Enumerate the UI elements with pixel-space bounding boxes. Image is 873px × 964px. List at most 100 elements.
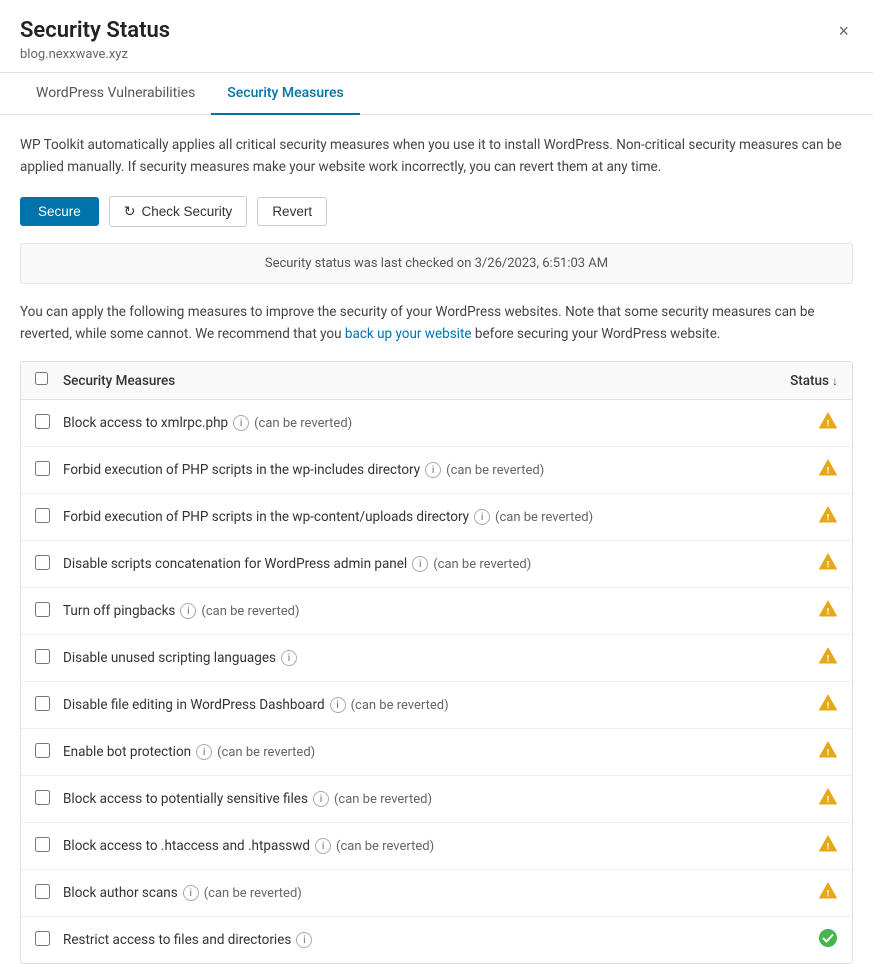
info-icon-block-sensitive-files[interactable]: i [313, 791, 329, 807]
row-status-block-xmlrpc: ! [758, 411, 838, 435]
row-status-block-sensitive-files: ! [758, 787, 838, 811]
checkbox-restrict-files-dirs[interactable] [35, 931, 50, 946]
row-text-disable-file-editing: Disable file editing in WordPress Dashbo… [63, 697, 325, 713]
row-checkbox-cell [35, 602, 63, 621]
row-label-restrict-files-dirs: Restrict access to files and directories… [63, 932, 758, 948]
table-row: Block access to .htaccess and .htpasswdi… [21, 823, 852, 870]
row-checkbox-cell [35, 696, 63, 715]
table-header: Security Measures Status ↓ [21, 362, 852, 400]
can-revert-block-sensitive-files: (can be reverted) [334, 792, 432, 807]
close-button[interactable]: × [834, 18, 853, 44]
checkbox-block-sensitive-files[interactable] [35, 790, 50, 805]
secure-button[interactable]: Secure [20, 197, 99, 226]
warning-icon: ! [818, 505, 838, 525]
checkbox-disable-scripts-concat[interactable] [35, 555, 50, 570]
checkbox-bot-protection[interactable] [35, 743, 50, 758]
warning-icon: ! [818, 787, 838, 807]
row-checkbox-cell [35, 931, 63, 950]
backup-link[interactable]: back up your website [345, 326, 472, 342]
row-checkbox-cell [35, 884, 63, 903]
checkbox-forbid-php-uploads[interactable] [35, 508, 50, 523]
can-revert-bot-protection: (can be reverted) [217, 745, 315, 760]
can-revert-forbid-php-includes: (can be reverted) [446, 463, 544, 478]
row-label-disable-scripts-concat: Disable scripts concatenation for WordPr… [63, 556, 758, 572]
checkbox-disable-scripting-languages[interactable] [35, 649, 50, 664]
svg-text:!: ! [827, 890, 829, 900]
checkbox-forbid-php-includes[interactable] [35, 461, 50, 476]
info-text-after: before securing your WordPress website. [475, 326, 721, 342]
row-checkbox-cell [35, 555, 63, 574]
row-status-turn-off-pingbacks: ! [758, 599, 838, 623]
status-banner: Security status was last checked on 3/26… [20, 243, 853, 284]
tabs-bar: WordPress Vulnerabilities Security Measu… [0, 73, 873, 115]
tab-wp-vulnerabilities[interactable]: WordPress Vulnerabilities [20, 73, 211, 115]
row-checkbox-cell [35, 649, 63, 668]
svg-text:!: ! [827, 608, 829, 618]
info-icon-disable-scripts-concat[interactable]: i [412, 556, 428, 572]
warning-icon: ! [818, 411, 838, 431]
row-label-block-htaccess: Block access to .htaccess and .htpasswdi… [63, 838, 758, 854]
svg-text:!: ! [827, 796, 829, 806]
row-status-block-htaccess: ! [758, 834, 838, 858]
warning-icon: ! [818, 552, 838, 572]
row-text-bot-protection: Enable bot protection [63, 744, 191, 760]
header-status-label: Status ↓ [758, 373, 838, 389]
info-icon-disable-file-editing[interactable]: i [330, 697, 346, 713]
info-icon-block-xmlrpc[interactable]: i [233, 415, 249, 431]
row-status-disable-scripting-languages: ! [758, 646, 838, 670]
table-row: Forbid execution of PHP scripts in the w… [21, 494, 852, 541]
description-text: WP Toolkit automatically applies all cri… [20, 135, 853, 178]
row-label-forbid-php-includes: Forbid execution of PHP scripts in the w… [63, 462, 758, 478]
info-icon-forbid-php-includes[interactable]: i [425, 462, 441, 478]
revert-button[interactable]: Revert [257, 197, 327, 226]
row-checkbox-cell [35, 414, 63, 433]
checkbox-block-author-scans[interactable] [35, 884, 50, 899]
can-revert-disable-file-editing: (can be reverted) [351, 698, 449, 713]
security-measures-table: Security Measures Status ↓ Block access … [20, 361, 853, 964]
checkbox-disable-file-editing[interactable] [35, 696, 50, 711]
can-revert-block-author-scans: (can be reverted) [204, 886, 302, 901]
row-status-restrict-files-dirs [758, 928, 838, 952]
table-rows-container: Block access to xmlrpc.phpi(can be rever… [21, 400, 852, 963]
row-checkbox-cell [35, 790, 63, 809]
row-text-block-author-scans: Block author scans [63, 885, 178, 901]
row-status-disable-file-editing: ! [758, 693, 838, 717]
warning-icon: ! [818, 740, 838, 760]
row-status-disable-scripts-concat: ! [758, 552, 838, 576]
refresh-icon: ↻ [124, 203, 136, 220]
row-label-block-xmlrpc: Block access to xmlrpc.phpi(can be rever… [63, 415, 758, 431]
svg-text:!: ! [827, 514, 829, 524]
checkbox-turn-off-pingbacks[interactable] [35, 602, 50, 617]
check-security-button[interactable]: ↻ Check Security [109, 196, 248, 227]
header: Security Status blog.nexxwave.xyz × [0, 0, 873, 73]
checkbox-block-xmlrpc[interactable] [35, 414, 50, 429]
svg-text:!: ! [827, 655, 829, 665]
info-icon-bot-protection[interactable]: i [196, 744, 212, 760]
info-icon-forbid-php-uploads[interactable]: i [474, 509, 490, 525]
can-revert-block-xmlrpc: (can be reverted) [254, 416, 352, 431]
content-area: WP Toolkit automatically applies all cri… [0, 115, 873, 964]
info-icon-disable-scripting-languages[interactable]: i [281, 650, 297, 666]
can-revert-block-htaccess: (can be reverted) [336, 839, 434, 854]
info-icon-turn-off-pingbacks[interactable]: i [180, 603, 196, 619]
sort-icon[interactable]: ↓ [832, 374, 838, 388]
table-row: Enable bot protectioni(can be reverted) … [21, 729, 852, 776]
row-text-disable-scripts-concat: Disable scripts concatenation for WordPr… [63, 556, 407, 572]
row-text-block-sensitive-files: Block access to potentially sensitive fi… [63, 791, 308, 807]
header-measure-label: Security Measures [63, 373, 758, 389]
row-label-turn-off-pingbacks: Turn off pingbacksi(can be reverted) [63, 603, 758, 619]
row-checkbox-cell [35, 508, 63, 527]
row-checkbox-cell [35, 837, 63, 856]
select-all-checkbox[interactable] [35, 372, 48, 385]
tab-security-measures[interactable]: Security Measures [211, 73, 359, 115]
table-row: Disable scripts concatenation for WordPr… [21, 541, 852, 588]
checkbox-block-htaccess[interactable] [35, 837, 50, 852]
svg-text:!: ! [827, 843, 829, 853]
site-subtitle: blog.nexxwave.xyz [20, 47, 170, 62]
table-row: Block access to potentially sensitive fi… [21, 776, 852, 823]
info-icon-restrict-files-dirs[interactable]: i [296, 932, 312, 948]
info-icon-block-author-scans[interactable]: i [183, 885, 199, 901]
info-icon-block-htaccess[interactable]: i [315, 838, 331, 854]
can-revert-disable-scripts-concat: (can be reverted) [433, 557, 531, 572]
warning-icon: ! [818, 693, 838, 713]
